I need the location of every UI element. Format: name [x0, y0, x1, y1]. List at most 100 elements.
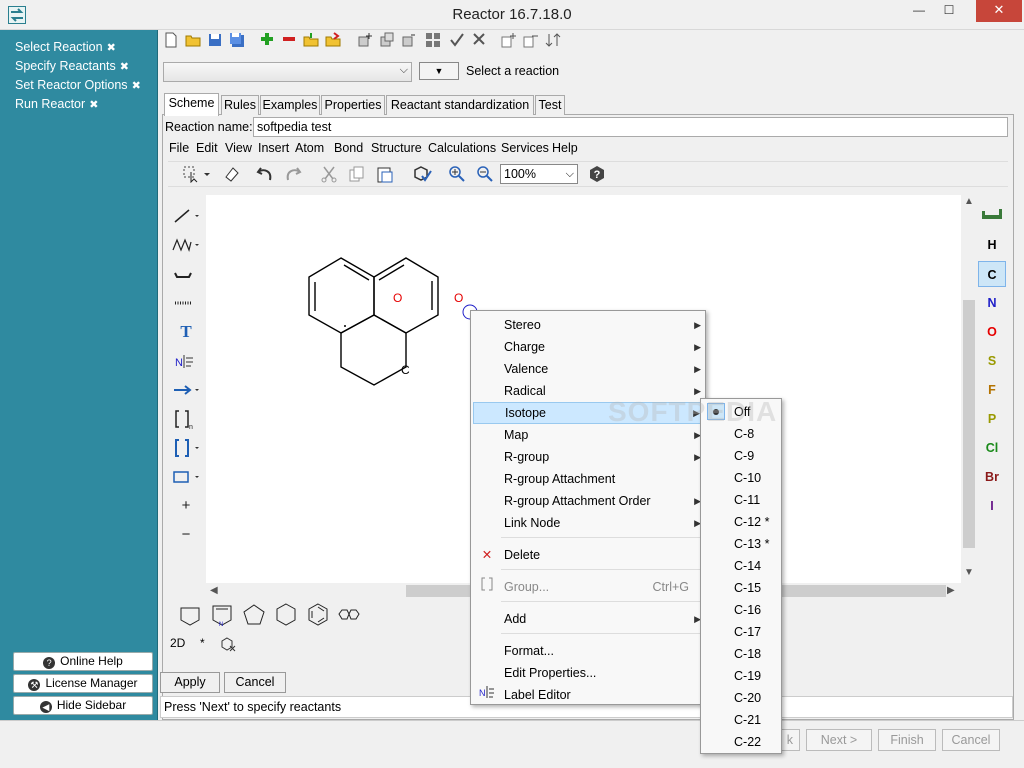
clean-structure-icon[interactable] [410, 165, 434, 185]
cyclopentane-template-icon[interactable] [241, 602, 267, 628]
sort-icon[interactable] [544, 32, 562, 52]
open-folder-icon[interactable] [184, 32, 202, 52]
2d-mode-toggle[interactable]: 2D [170, 636, 185, 650]
element-c[interactable]: C [978, 261, 1006, 287]
element-i[interactable]: I [978, 493, 1006, 519]
hide-sidebar-button[interactable]: ◀ Hide Sidebar [13, 696, 153, 715]
isotope-item[interactable]: C-18 [703, 643, 781, 665]
new-file-icon[interactable] [162, 32, 180, 52]
hash-bond-tool-icon[interactable] [171, 292, 201, 314]
menu-structure[interactable]: Structure [371, 139, 422, 157]
tab-scheme[interactable]: Scheme [164, 93, 219, 116]
scroll-right-icon[interactable]: ▶ [947, 585, 955, 596]
star-toggle[interactable]: * [200, 636, 205, 650]
isotope-item[interactable]: C-11 [703, 489, 781, 511]
zoom-out-icon[interactable] [474, 165, 496, 185]
structure-check-icon[interactable] [220, 636, 236, 655]
isotope-item[interactable]: C-12 * [703, 511, 781, 533]
reaction-name-input[interactable]: softpedia test [253, 117, 1008, 137]
redo-icon[interactable] [282, 165, 304, 185]
element-cl[interactable]: Cl [978, 435, 1006, 461]
online-help-button[interactable]: ? Online Help [13, 652, 153, 671]
isotope-item[interactable]: C-13 * [703, 533, 781, 555]
bracket-tool-icon[interactable] [171, 437, 201, 459]
wizard-cancel-button[interactable]: Cancel [942, 729, 1000, 751]
menu-item-add[interactable]: Add ▶ [473, 608, 705, 630]
reaction-arrow-tool-icon[interactable] [171, 379, 201, 401]
step-specify-reactants[interactable]: Specify Reactants ✖ [15, 57, 141, 76]
menu-item-r-group-attachment[interactable]: R-group Attachment [473, 468, 705, 490]
menu-atom[interactable]: Atom [295, 139, 324, 157]
menu-edit[interactable]: Edit [196, 139, 218, 157]
menu-item-r-group-attachment-order[interactable]: R-group Attachment Order ▶ [473, 490, 705, 512]
step-select-reaction[interactable]: Select Reaction ✖ [15, 38, 141, 57]
cut-icon[interactable] [318, 165, 340, 185]
menu-item-r-group[interactable]: R-group ▶ [473, 446, 705, 468]
pyrrole-template-icon[interactable]: N [209, 602, 235, 628]
isotope-item[interactable]: C-20 [703, 687, 781, 709]
isotope-item[interactable]: C-19 [703, 665, 781, 687]
isotope-item[interactable]: C-17 [703, 621, 781, 643]
menu-item-stereo[interactable]: Stereo ▶ [473, 314, 705, 336]
tab-test[interactable]: Test [535, 95, 565, 115]
menu-item-charge[interactable]: Charge ▶ [473, 336, 705, 358]
reaction-combo[interactable]: ⌵ [163, 62, 412, 82]
list-remove-icon[interactable] [522, 32, 540, 52]
increase-charge-icon[interactable]: + [171, 495, 201, 517]
license-manager-button[interactable]: ⚒ License Manager [13, 674, 153, 693]
next-button[interactable]: Next > [806, 729, 872, 751]
copy-icon[interactable] [346, 165, 368, 185]
add-icon[interactable] [258, 32, 276, 52]
zoom-in-icon[interactable] [446, 165, 468, 185]
menu-view[interactable]: View [225, 139, 252, 157]
add-reactant-icon[interactable] [356, 32, 374, 52]
label-tool-icon[interactable]: N [171, 350, 201, 372]
list-add-icon[interactable] [500, 32, 518, 52]
clear-icon[interactable] [470, 32, 488, 52]
step-set-reactor-options[interactable]: Set Reactor Options ✖ [15, 76, 141, 95]
element-s[interactable]: S [978, 348, 1006, 374]
menu-item-format[interactable]: Format... [473, 640, 705, 662]
eraser-icon[interactable] [220, 165, 242, 185]
export-icon[interactable] [324, 32, 342, 52]
vertical-scrollbar[interactable] [961, 195, 977, 583]
tab-properties[interactable]: Properties [321, 95, 385, 115]
selection-tool-icon[interactable] [180, 165, 214, 185]
step-run-reactor[interactable]: Run Reactor ✖ [15, 95, 141, 114]
text-tool-icon[interactable]: T [171, 321, 201, 343]
scrollbar-thumb[interactable] [963, 300, 975, 548]
menu-insert[interactable]: Insert [258, 139, 289, 157]
single-bond-tool-icon[interactable] [171, 205, 201, 227]
copy-reactant-icon[interactable] [378, 32, 396, 52]
menu-file[interactable]: File [169, 139, 189, 157]
move-reactant-icon[interactable] [400, 32, 418, 52]
scroll-left-icon[interactable]: ◀ [210, 585, 218, 596]
menu-item-label-editor[interactable]: N Label Editor [473, 684, 705, 706]
import-icon[interactable] [302, 32, 320, 52]
element-n[interactable]: N [978, 290, 1006, 316]
element-h[interactable]: H [978, 232, 1006, 258]
cancel-button[interactable]: Cancel [224, 672, 286, 693]
menu-item-link-node[interactable]: Link Node ▶ [473, 512, 705, 534]
zoom-select[interactable]: 100% ⌵ [500, 164, 578, 184]
ring-bond-tool-icon[interactable] [171, 263, 201, 285]
periodic-table-icon[interactable] [978, 203, 1006, 229]
menu-services[interactable]: Services [501, 139, 549, 157]
cyclohexane-template-icon[interactable] [273, 602, 299, 628]
reaction-dropdown-button[interactable]: ▼ [419, 62, 459, 80]
remove-icon[interactable] [280, 32, 298, 52]
element-f[interactable]: F [978, 377, 1006, 403]
sgroup-bracket-tool-icon[interactable]: n [171, 408, 201, 431]
scroll-up-icon[interactable]: ▲ [964, 196, 974, 207]
decrease-charge-icon[interactable]: − [171, 524, 201, 546]
menu-calculations[interactable]: Calculations [428, 139, 496, 157]
isotope-item[interactable]: C-15 [703, 577, 781, 599]
rectangle-tool-icon[interactable] [171, 466, 201, 488]
apply-button[interactable]: Apply [160, 672, 220, 693]
element-p[interactable]: P [978, 406, 1006, 432]
isotope-item[interactable]: C-16 [703, 599, 781, 621]
tab-reactant-standardization[interactable]: Reactant standardization [386, 95, 534, 115]
naphthalene-template-icon[interactable] [335, 602, 361, 628]
menu-item-delete[interactable]: ✕ Delete [473, 544, 705, 566]
menu-help[interactable]: Help [552, 139, 578, 157]
